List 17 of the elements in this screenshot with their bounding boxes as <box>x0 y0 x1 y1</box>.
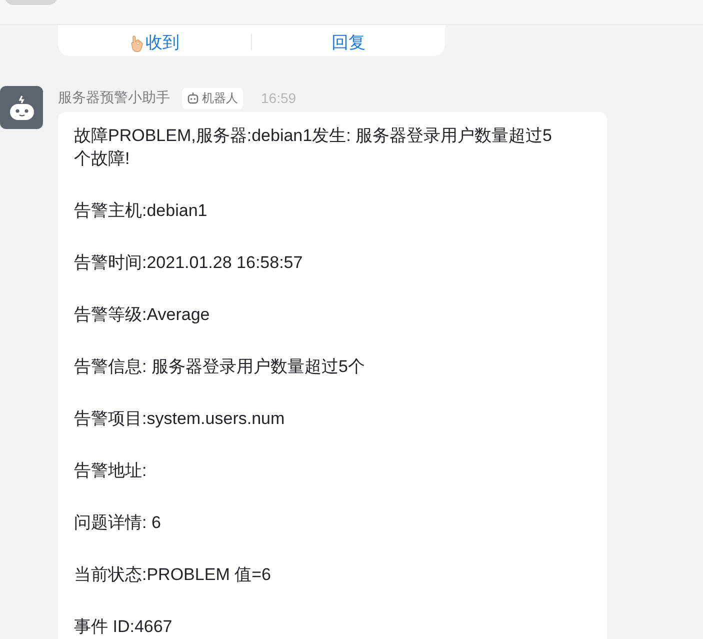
message-time: 16:59 <box>261 90 296 106</box>
action-button[interactable]: 收到 <box>58 31 251 54</box>
robot-avatar <box>0 86 43 129</box>
message-line: 告警信息: 服务器登录用户数量超过5个 <box>74 356 366 378</box>
action-button[interactable]: 回复 <box>252 31 445 54</box>
message-line: 事件 ID:4667 <box>74 616 174 638</box>
message-line: 告警时间:2021.01.28 16:58:57 <box>74 252 304 274</box>
robot-icon <box>187 92 199 104</box>
message-line: 告警地址: <box>74 460 148 482</box>
sender-name: 服务器预警小助手 <box>58 89 170 107</box>
message-line: 当前状态:PROBLEM 值=6 <box>74 564 272 586</box>
message-line: 告警等级:Average <box>74 304 211 326</box>
message-line: 告警项目:system.users.num <box>74 408 286 430</box>
message-line: 问题详情: 6 <box>74 512 162 534</box>
message-line: 故障PROBLEM,服务器:debian1发生: 服务器登录用户数量超过5个故障! <box>74 125 553 170</box>
bot-badge: 机器人 <box>182 88 243 108</box>
message-line: 告警主机:debian1 <box>74 200 208 222</box>
